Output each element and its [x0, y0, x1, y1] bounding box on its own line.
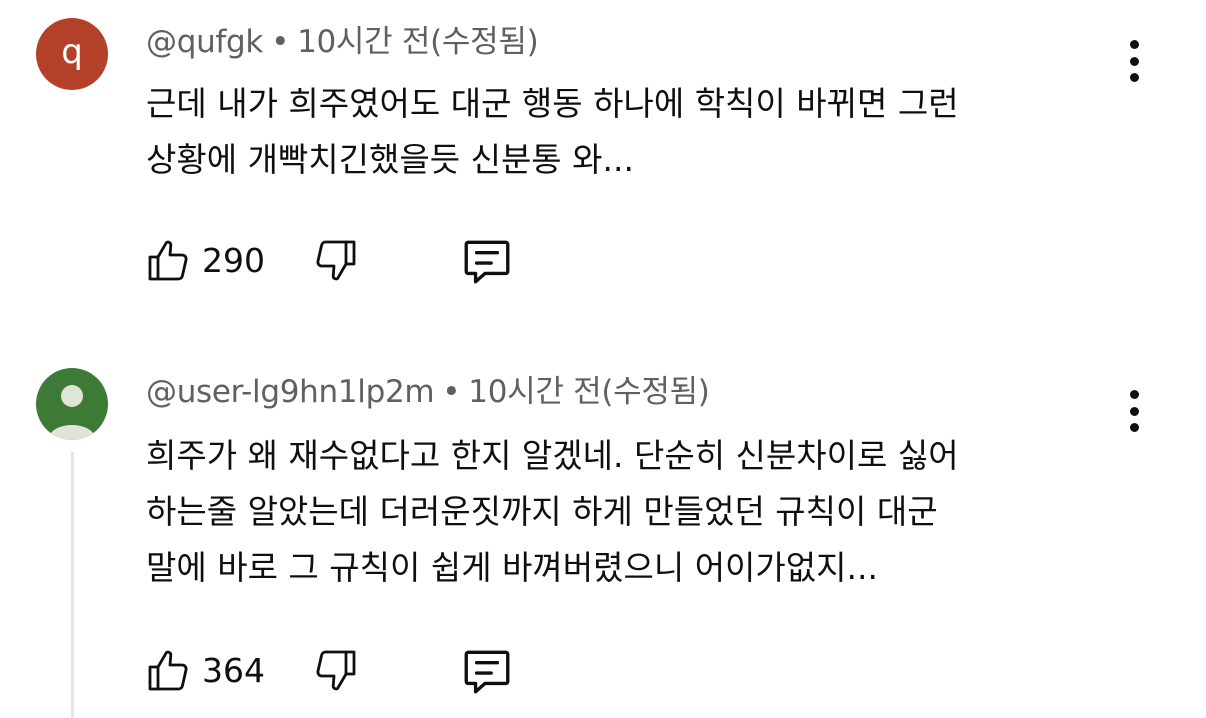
reply-icon: [460, 236, 514, 286]
comment-text-line: 상황에 개빡치긴했을듯 신분통 와...: [146, 140, 634, 179]
avatar-letter: q: [61, 32, 83, 72]
comment-text-line: 근데 내가 희주였어도 대군 행동 하나에 학칙이 바뀌면 그런: [146, 84, 959, 123]
thumbs-down-icon: [312, 236, 360, 284]
comment-text-line: 말에 바로 그 규칙이 쉽게 바껴버렸으니 어이가없지...: [146, 548, 878, 587]
thumbs-up-icon: [144, 647, 192, 695]
reply-button[interactable]: [460, 236, 514, 286]
comment-meta: @user-lg9hn1lp2m • 10시간 전(수정됨): [146, 372, 710, 412]
meta-separator: •: [271, 24, 290, 60]
meta-separator: •: [442, 374, 461, 410]
author-name[interactable]: @user-lg9hn1lp2m: [146, 374, 435, 410]
avatar[interactable]: [36, 368, 108, 440]
comment-text: 희주가 왜 재수없다고 한지 알겠네. 단순히 신분차이로 싫어 하는줄 알았는…: [146, 428, 1136, 596]
avatar[interactable]: q: [36, 18, 108, 90]
dislike-button[interactable]: [312, 646, 360, 694]
reply-icon: [460, 646, 514, 696]
reply-button[interactable]: [460, 646, 514, 696]
thumbs-up-icon: [144, 237, 192, 285]
comment-time: 10시간 전(수정됨): [297, 24, 539, 60]
like-button[interactable]: 364: [144, 646, 265, 696]
comment-meta: @qufgk • 10시간 전(수정됨): [146, 22, 539, 62]
comment-text-line: 하는줄 알았는데 더러운짓까지 하게 만들었던 규칙이 대군: [146, 492, 938, 531]
thumbs-down-icon: [312, 646, 360, 694]
default-user-icon: [48, 385, 96, 440]
like-button[interactable]: 290: [144, 236, 265, 286]
like-count: 364: [202, 651, 265, 690]
comment-text: 근데 내가 희주였어도 대군 행동 하나에 학칙이 바뀌면 그런 상황에 개빡치…: [146, 76, 1136, 188]
like-count: 290: [202, 241, 265, 280]
author-name[interactable]: @qufgk: [146, 24, 263, 60]
comment-time: 10시간 전(수정됨): [468, 374, 710, 410]
dislike-button[interactable]: [312, 236, 360, 284]
comment-text-line: 희주가 왜 재수없다고 한지 알겠네. 단순히 신분차이로 싫어: [146, 436, 959, 475]
thread-line: [71, 452, 74, 718]
